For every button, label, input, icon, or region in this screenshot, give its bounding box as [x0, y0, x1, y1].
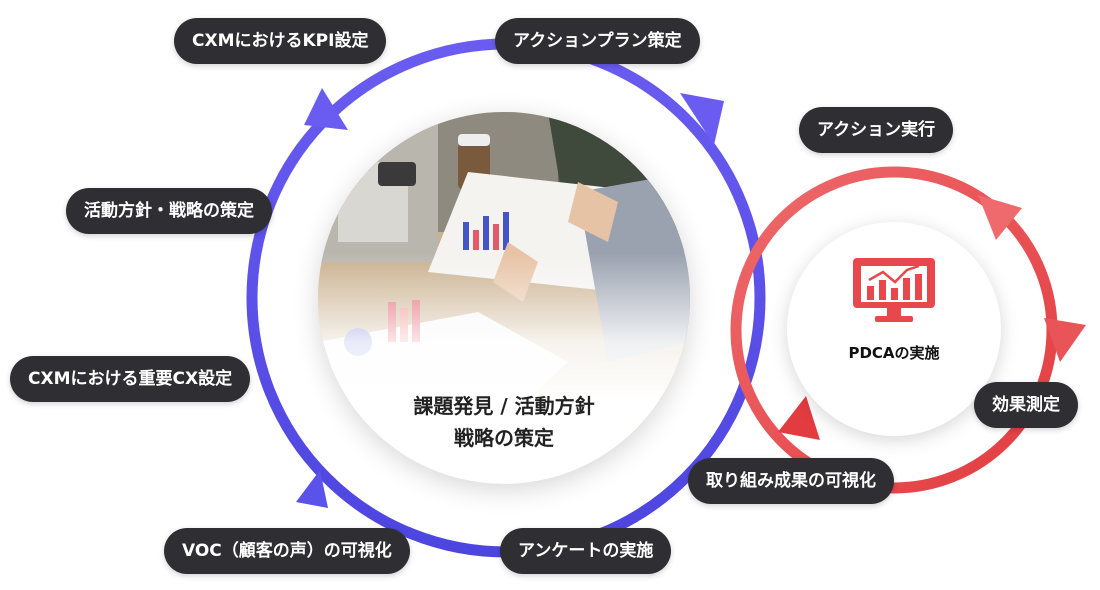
- pdca-step-measure: 効果測定: [974, 382, 1078, 428]
- center-title-line-1: 課題発見 / 活動方針: [413, 394, 595, 418]
- step-survey: アンケートの実施: [500, 528, 672, 574]
- cx-cycle-diagram: 課題発見 / 活動方針 戦略の策定 PDCAの実施 CXMにおけるKPI設定 ア…: [0, 0, 1100, 590]
- center-title-line-2: 戦略の策定: [454, 426, 554, 450]
- center-photo: 課題発見 / 活動方針 戦略の策定: [318, 112, 690, 484]
- step-strategy: 活動方針・戦略の策定: [66, 188, 272, 234]
- arrow-pdca-bottom: [778, 396, 820, 440]
- pdca-label: PDCAの実施: [848, 344, 940, 362]
- step-important-cx: CXMにおける重要CX設定: [10, 356, 251, 402]
- step-action-plan: アクションプラン策定: [495, 18, 700, 64]
- pdca-step-action: アクション実行: [799, 107, 954, 153]
- step-voc-visualize: VOC（顧客の声）の可視化: [164, 528, 410, 574]
- step-kpi-setting: CXMにおけるKPI設定: [174, 18, 387, 64]
- pdca-step-visualize: 取り組み成果の可視化: [688, 458, 894, 504]
- pdca-center: PDCAの実施: [787, 222, 1001, 436]
- analytics-monitor-icon: [853, 258, 935, 322]
